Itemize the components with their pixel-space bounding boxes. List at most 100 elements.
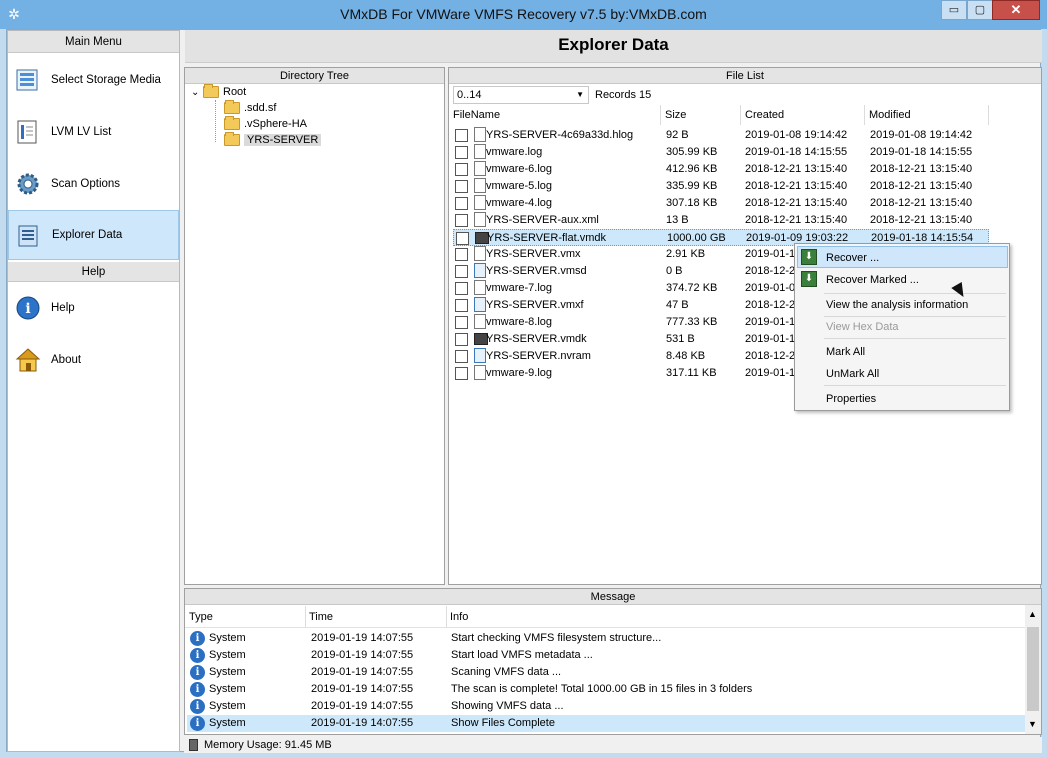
column-header-time[interactable]: Time bbox=[309, 611, 333, 623]
message-info: Start load VMFS metadata ... bbox=[451, 649, 593, 661]
close-button[interactable]: ✕ bbox=[992, 0, 1040, 20]
file-name: YRS-SERVER.vmsd bbox=[486, 265, 587, 277]
tree-node-label: .vSphere-HA bbox=[244, 118, 307, 130]
row-checkbox[interactable] bbox=[455, 282, 468, 295]
file-name: vmware-4.log bbox=[486, 197, 553, 209]
menu-item-mark-all[interactable]: Mark All bbox=[826, 346, 865, 358]
file-size: 777.33 KB bbox=[666, 316, 718, 328]
message-time: 2019-01-19 14:07:55 bbox=[311, 666, 414, 678]
file-row[interactable]: YRS-SERVER-4c69a33d.hlog 92 B 2019-01-08 1… bbox=[453, 127, 989, 144]
row-checkbox[interactable] bbox=[455, 197, 468, 210]
menu-item-recover[interactable]: Recover ... bbox=[826, 252, 879, 264]
column-header-size[interactable]: Size bbox=[661, 105, 741, 125]
message-row[interactable]: i System 2019-01-19 14:07:55 Scaning VMFS d… bbox=[187, 664, 1025, 681]
column-header-info[interactable]: Info bbox=[450, 611, 468, 623]
file-name: vmware-9.log bbox=[486, 367, 553, 379]
file-name: vmware-5.log bbox=[486, 180, 553, 192]
log-file-icon bbox=[474, 195, 486, 210]
file-icon bbox=[474, 246, 486, 261]
scroll-up-icon[interactable]: ▲ bbox=[1028, 609, 1037, 619]
menu-item-select-storage-media[interactable]: Select Storage Media bbox=[8, 55, 179, 105]
tree-node-label: Root bbox=[223, 86, 247, 98]
directory-tree-panel: Directory Tree ⌄ Root .sdd.sf .vSphere-H… bbox=[184, 67, 445, 585]
row-checkbox[interactable] bbox=[455, 350, 468, 363]
context-menu: ⬇ Recover ... ⬇ Recover Marked ... View … bbox=[794, 243, 1010, 411]
menu-item-properties[interactable]: Properties bbox=[826, 393, 876, 405]
row-checkbox[interactable] bbox=[455, 180, 468, 193]
menu-item-recover-marked[interactable]: Recover Marked ... bbox=[826, 274, 919, 286]
message-row[interactable]: i System 2019-01-19 14:07:55 Showing VMFS d… bbox=[187, 698, 1025, 715]
file-row[interactable]: vmware-4.log 307.18 KB 2018-12-21 13:15:40… bbox=[453, 195, 989, 212]
column-header-created[interactable]: Created bbox=[741, 105, 865, 125]
row-checkbox[interactable] bbox=[455, 248, 468, 261]
folder-icon bbox=[203, 84, 219, 98]
file-row[interactable]: vmware.log 305.99 KB 2019-01-18 14:15:55 20… bbox=[453, 144, 989, 161]
file-created: 2019-01-18 14:15:55 bbox=[745, 146, 848, 158]
file-size: 1000.00 GB bbox=[667, 232, 726, 244]
tree-node-yrs-server[interactable]: YRS-SERVER bbox=[224, 132, 322, 148]
column-header-modified[interactable]: Modified bbox=[865, 105, 989, 125]
menu-item-unmark-all[interactable]: UnMark All bbox=[826, 368, 879, 380]
file-size: 2.91 KB bbox=[666, 248, 706, 260]
message-row[interactable]: i System 2019-01-19 14:07:55 Start checking… bbox=[187, 630, 1025, 647]
menu-item-view-hex[interactable]: View Hex Data bbox=[826, 321, 899, 333]
menu-item-about[interactable]: About bbox=[8, 335, 179, 385]
row-checkbox[interactable] bbox=[455, 163, 468, 176]
minimize-button[interactable]: ▭ bbox=[941, 0, 967, 20]
blue-file-icon bbox=[474, 348, 486, 363]
message-type: System bbox=[209, 717, 246, 729]
column-header-filename[interactable]: FileName bbox=[449, 105, 661, 125]
file-modified: 2019-01-18 14:15:55 bbox=[870, 146, 973, 158]
info-icon: i bbox=[190, 631, 205, 646]
log-file-icon bbox=[474, 178, 486, 193]
log-file-icon bbox=[474, 144, 486, 159]
message-info: Scaning VMFS data ... bbox=[451, 666, 562, 678]
folder-icon bbox=[224, 116, 240, 130]
message-row[interactable]: i System 2019-01-19 14:07:55 The scan is co… bbox=[187, 681, 1025, 698]
chevron-down-icon: ▼ bbox=[576, 90, 584, 99]
help-section-title: Help bbox=[8, 262, 179, 282]
gear-icon bbox=[13, 169, 43, 199]
menu-item-help[interactable]: i Help bbox=[8, 283, 179, 333]
message-scrollbar[interactable]: ▲ ▼ bbox=[1025, 605, 1041, 734]
file-name: YRS-SERVER.vmdk bbox=[486, 333, 587, 345]
menu-item-explorer-data[interactable]: Explorer Data bbox=[8, 210, 179, 260]
column-header-type[interactable]: Type bbox=[189, 611, 213, 623]
svg-text:i: i bbox=[25, 301, 30, 317]
menu-item-view-analysis[interactable]: View the analysis information bbox=[826, 299, 968, 311]
row-checkbox[interactable] bbox=[455, 214, 468, 227]
menu-item-label: Scan Options bbox=[51, 178, 121, 190]
message-time: 2019-01-19 14:07:55 bbox=[311, 649, 414, 661]
row-checkbox[interactable] bbox=[455, 129, 468, 142]
records-count: Records 15 bbox=[595, 89, 652, 101]
menu-item-lvm-lv-list[interactable]: LVM LV List bbox=[8, 107, 179, 157]
range-value: 0..14 bbox=[457, 89, 482, 101]
tree-node-root[interactable]: ⌄ Root bbox=[191, 84, 246, 100]
menu-item-scan-options[interactable]: Scan Options bbox=[8, 159, 179, 209]
message-row[interactable]: i System 2019-01-19 14:07:55 Start load VMF… bbox=[187, 647, 1025, 664]
tree-node-sdd-sf[interactable]: .sdd.sf bbox=[224, 100, 276, 116]
row-checkbox[interactable] bbox=[455, 333, 468, 346]
maximize-button[interactable]: ▢ bbox=[967, 0, 993, 20]
file-row[interactable]: vmware-5.log 335.99 KB 2018-12-21 13:15:40… bbox=[453, 178, 989, 195]
file-modified: 2019-01-08 19:14:42 bbox=[870, 129, 973, 141]
file-row[interactable]: vmware-6.log 412.96 KB 2018-12-21 13:15:40… bbox=[453, 161, 989, 178]
chevron-down-icon[interactable]: ⌄ bbox=[191, 87, 203, 98]
row-checkbox[interactable] bbox=[455, 265, 468, 278]
scroll-down-icon[interactable]: ▼ bbox=[1028, 719, 1037, 729]
scrollbar-thumb[interactable] bbox=[1027, 627, 1039, 711]
file-name: vmware-8.log bbox=[486, 316, 553, 328]
row-checkbox[interactable] bbox=[455, 299, 468, 312]
row-checkbox[interactable] bbox=[455, 146, 468, 159]
tree-node-vsphere-ha[interactable]: .vSphere-HA bbox=[224, 116, 307, 132]
menu-item-label: Explorer Data bbox=[52, 229, 123, 241]
range-select[interactable]: 0..14 ▼ bbox=[453, 86, 589, 104]
row-checkbox[interactable] bbox=[455, 367, 468, 380]
file-row[interactable]: YRS-SERVER-aux.xml 13 B 2018-12-21 13:15:4… bbox=[453, 212, 989, 229]
menu-separator bbox=[824, 385, 1006, 386]
row-checkbox[interactable] bbox=[455, 316, 468, 329]
row-checkbox[interactable] bbox=[456, 232, 469, 245]
log-file-icon bbox=[474, 314, 486, 329]
message-row[interactable]: i System 2019-01-19 14:07:55 Show Files Com… bbox=[187, 715, 1025, 732]
recover-icon: ⬇ bbox=[801, 249, 817, 265]
